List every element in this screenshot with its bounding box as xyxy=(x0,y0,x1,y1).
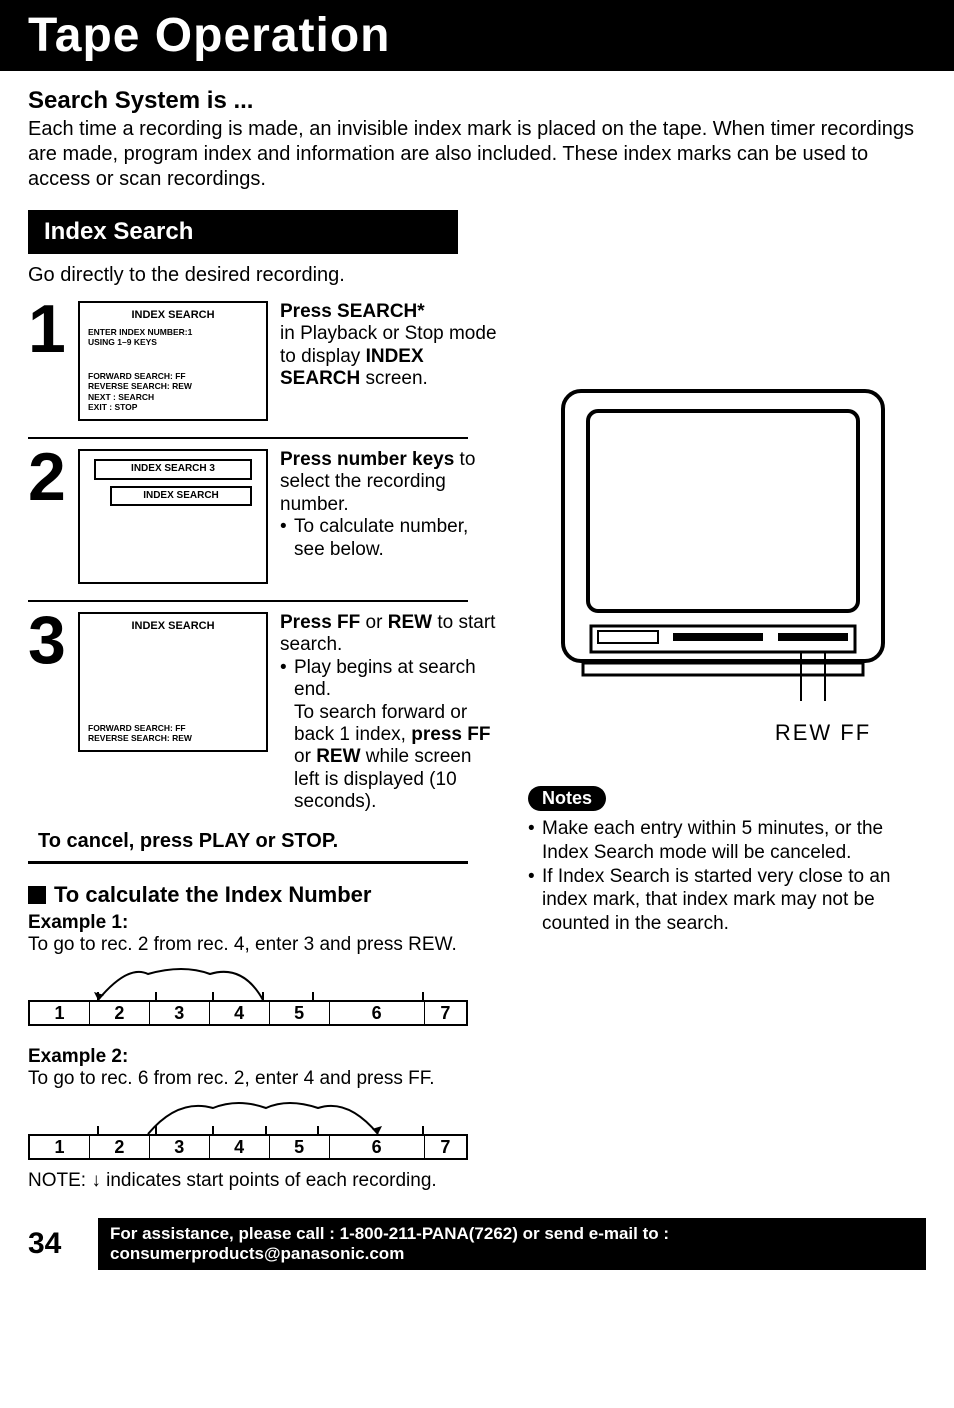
tv-icon xyxy=(543,381,903,711)
example1-label: Example 1: xyxy=(28,912,498,934)
cell: 1 xyxy=(30,1136,90,1158)
cell: 6 xyxy=(330,1002,425,1024)
cell: 2 xyxy=(90,1136,150,1158)
cell: 2 xyxy=(90,1002,150,1024)
title-bar: Tape Operation xyxy=(0,0,954,71)
note-item: • Make each entry within 5 minutes, or t… xyxy=(528,817,918,865)
numberline-arcs xyxy=(28,962,468,1002)
bullet-text: Play begins at search end. xyxy=(294,657,476,700)
bold-text: REW xyxy=(316,746,360,767)
bold-text: Press SEARCH* xyxy=(280,301,425,322)
left-column: 1 INDEX SEARCH ENTER INDEX NUMBER:1 USIN… xyxy=(28,301,498,1192)
cell: 3 xyxy=(150,1002,210,1024)
osd-inner-box: INDEX SEARCH xyxy=(110,486,252,507)
notes-pill: Notes xyxy=(528,786,606,811)
bullet-icon: • xyxy=(528,865,542,936)
step-instruction: Press SEARCH* in Playback or Stop mode t… xyxy=(280,301,498,391)
bold-text: press FF xyxy=(411,724,490,745)
osd-line: ENTER INDEX NUMBER:1 xyxy=(88,327,258,338)
numberline-cells: 1 2 3 4 5 6 7 xyxy=(28,1000,468,1026)
plain-text: or xyxy=(294,746,316,767)
tv-illustration: REW FF xyxy=(528,381,918,746)
step-number: 2 xyxy=(28,449,78,507)
bold-text: REW xyxy=(382,612,432,633)
cancel-instruction: To cancel, press PLAY or STOP. xyxy=(38,830,498,853)
osd-screen-2: INDEX SEARCH 3 INDEX SEARCH xyxy=(78,449,268,584)
bullet-icon: • xyxy=(280,657,294,814)
osd-line: FORWARD SEARCH: FF xyxy=(88,723,258,734)
osd-line: NEXT : SEARCH xyxy=(88,392,258,403)
plain-text: or xyxy=(366,612,383,633)
cell: 5 xyxy=(270,1002,330,1024)
calc-heading: To calculate the Index Number xyxy=(28,882,498,908)
bold-text: Press number keys xyxy=(280,449,454,470)
step-number: 1 xyxy=(28,301,78,359)
osd-line: REVERSE SEARCH: REW xyxy=(88,381,258,392)
osd-title-boxed: INDEX SEARCH 3 xyxy=(94,459,252,480)
cell: 7 xyxy=(425,1002,466,1024)
section-title: Index Search xyxy=(28,210,458,254)
numberline-2: 1 2 3 4 5 6 7 xyxy=(28,1096,468,1160)
intro-body: Each time a recording is made, an invisi… xyxy=(28,117,926,192)
section-intro: Go directly to the desired recording. xyxy=(28,264,926,287)
step-2: 2 INDEX SEARCH 3 INDEX SEARCH Press numb… xyxy=(28,449,498,584)
note-text: If Index Search is started very close to… xyxy=(542,865,918,936)
calc-note: NOTE: ↓ indicates start points of each r… xyxy=(28,1170,498,1192)
osd-line: EXIT : STOP xyxy=(88,402,258,413)
calc-heading-text: To calculate the Index Number xyxy=(54,882,371,908)
bullet-icon: • xyxy=(528,817,542,865)
intro-heading: Search System is ... xyxy=(28,87,926,115)
step-3: 3 INDEX SEARCH FORWARD SEARCH: FF REVERS… xyxy=(28,612,498,814)
right-column: REW FF Notes • Make each entry within 5 … xyxy=(498,301,918,936)
osd-title: INDEX SEARCH xyxy=(88,309,258,323)
divider xyxy=(28,600,468,602)
example2-desc: To go to rec. 6 from rec. 2, enter 4 and… xyxy=(28,1068,498,1090)
intro-block: Search System is ... Each time a recordi… xyxy=(28,87,926,192)
step-instruction: Press FF or REW to start search. • Play … xyxy=(280,612,498,814)
content-area: Search System is ... Each time a recordi… xyxy=(0,71,954,1204)
osd-screen-1: INDEX SEARCH ENTER INDEX NUMBER:1 USING … xyxy=(78,301,268,421)
notes-list: • Make each entry within 5 minutes, or t… xyxy=(528,817,918,936)
numberline-arcs xyxy=(28,1096,468,1136)
cell: 4 xyxy=(210,1002,270,1024)
bullet-text: To calculate number, see below. xyxy=(294,516,498,561)
step-1: 1 INDEX SEARCH ENTER INDEX NUMBER:1 USIN… xyxy=(28,301,498,421)
two-column-layout: 1 INDEX SEARCH ENTER INDEX NUMBER:1 USIN… xyxy=(28,301,926,1192)
divider-thick xyxy=(28,861,468,864)
note-text: Make each entry within 5 minutes, or the… xyxy=(542,817,918,865)
square-bullet-icon xyxy=(28,886,46,904)
page-title: Tape Operation xyxy=(28,8,391,63)
osd-line: USING 1–9 KEYS xyxy=(88,337,258,348)
note-item: • If Index Search is started very close … xyxy=(528,865,918,936)
cell: 3 xyxy=(150,1136,210,1158)
cell: 7 xyxy=(425,1136,466,1158)
osd-screen-3: INDEX SEARCH FORWARD SEARCH: FF REVERSE … xyxy=(78,612,268,752)
plain-text: screen. xyxy=(366,368,428,389)
rew-ff-label: REW FF xyxy=(528,720,918,746)
osd-title: INDEX SEARCH xyxy=(88,620,258,634)
example2-label: Example 2: xyxy=(28,1046,498,1068)
cell: 4 xyxy=(210,1136,270,1158)
bold-text: Press FF xyxy=(280,612,366,633)
numberline-cells: 1 2 3 4 5 6 7 xyxy=(28,1134,468,1160)
example1-desc: To go to rec. 2 from rec. 4, enter 3 and… xyxy=(28,934,498,956)
osd-line: REVERSE SEARCH: REW xyxy=(88,733,258,744)
step-number: 3 xyxy=(28,612,78,670)
manual-page: Tape Operation Search System is ... Each… xyxy=(0,0,954,1290)
assistance-bar: For assistance, please call : 1-800-211-… xyxy=(98,1218,926,1270)
divider xyxy=(28,437,468,439)
cell: 1 xyxy=(30,1002,90,1024)
bullet-icon: • xyxy=(280,516,294,561)
cell: 6 xyxy=(330,1136,425,1158)
numberline-1: 1 2 3 4 5 6 7 xyxy=(28,962,468,1026)
cell: 5 xyxy=(270,1136,330,1158)
bullet-text-group: Play begins at search end. To search for… xyxy=(294,657,498,814)
footer: 34 For assistance, please call : 1-800-2… xyxy=(0,1204,954,1290)
osd-line: FORWARD SEARCH: FF xyxy=(88,371,258,382)
step-instruction: Press number keys to select the recordin… xyxy=(280,449,498,561)
page-number: 34 xyxy=(28,1227,98,1261)
